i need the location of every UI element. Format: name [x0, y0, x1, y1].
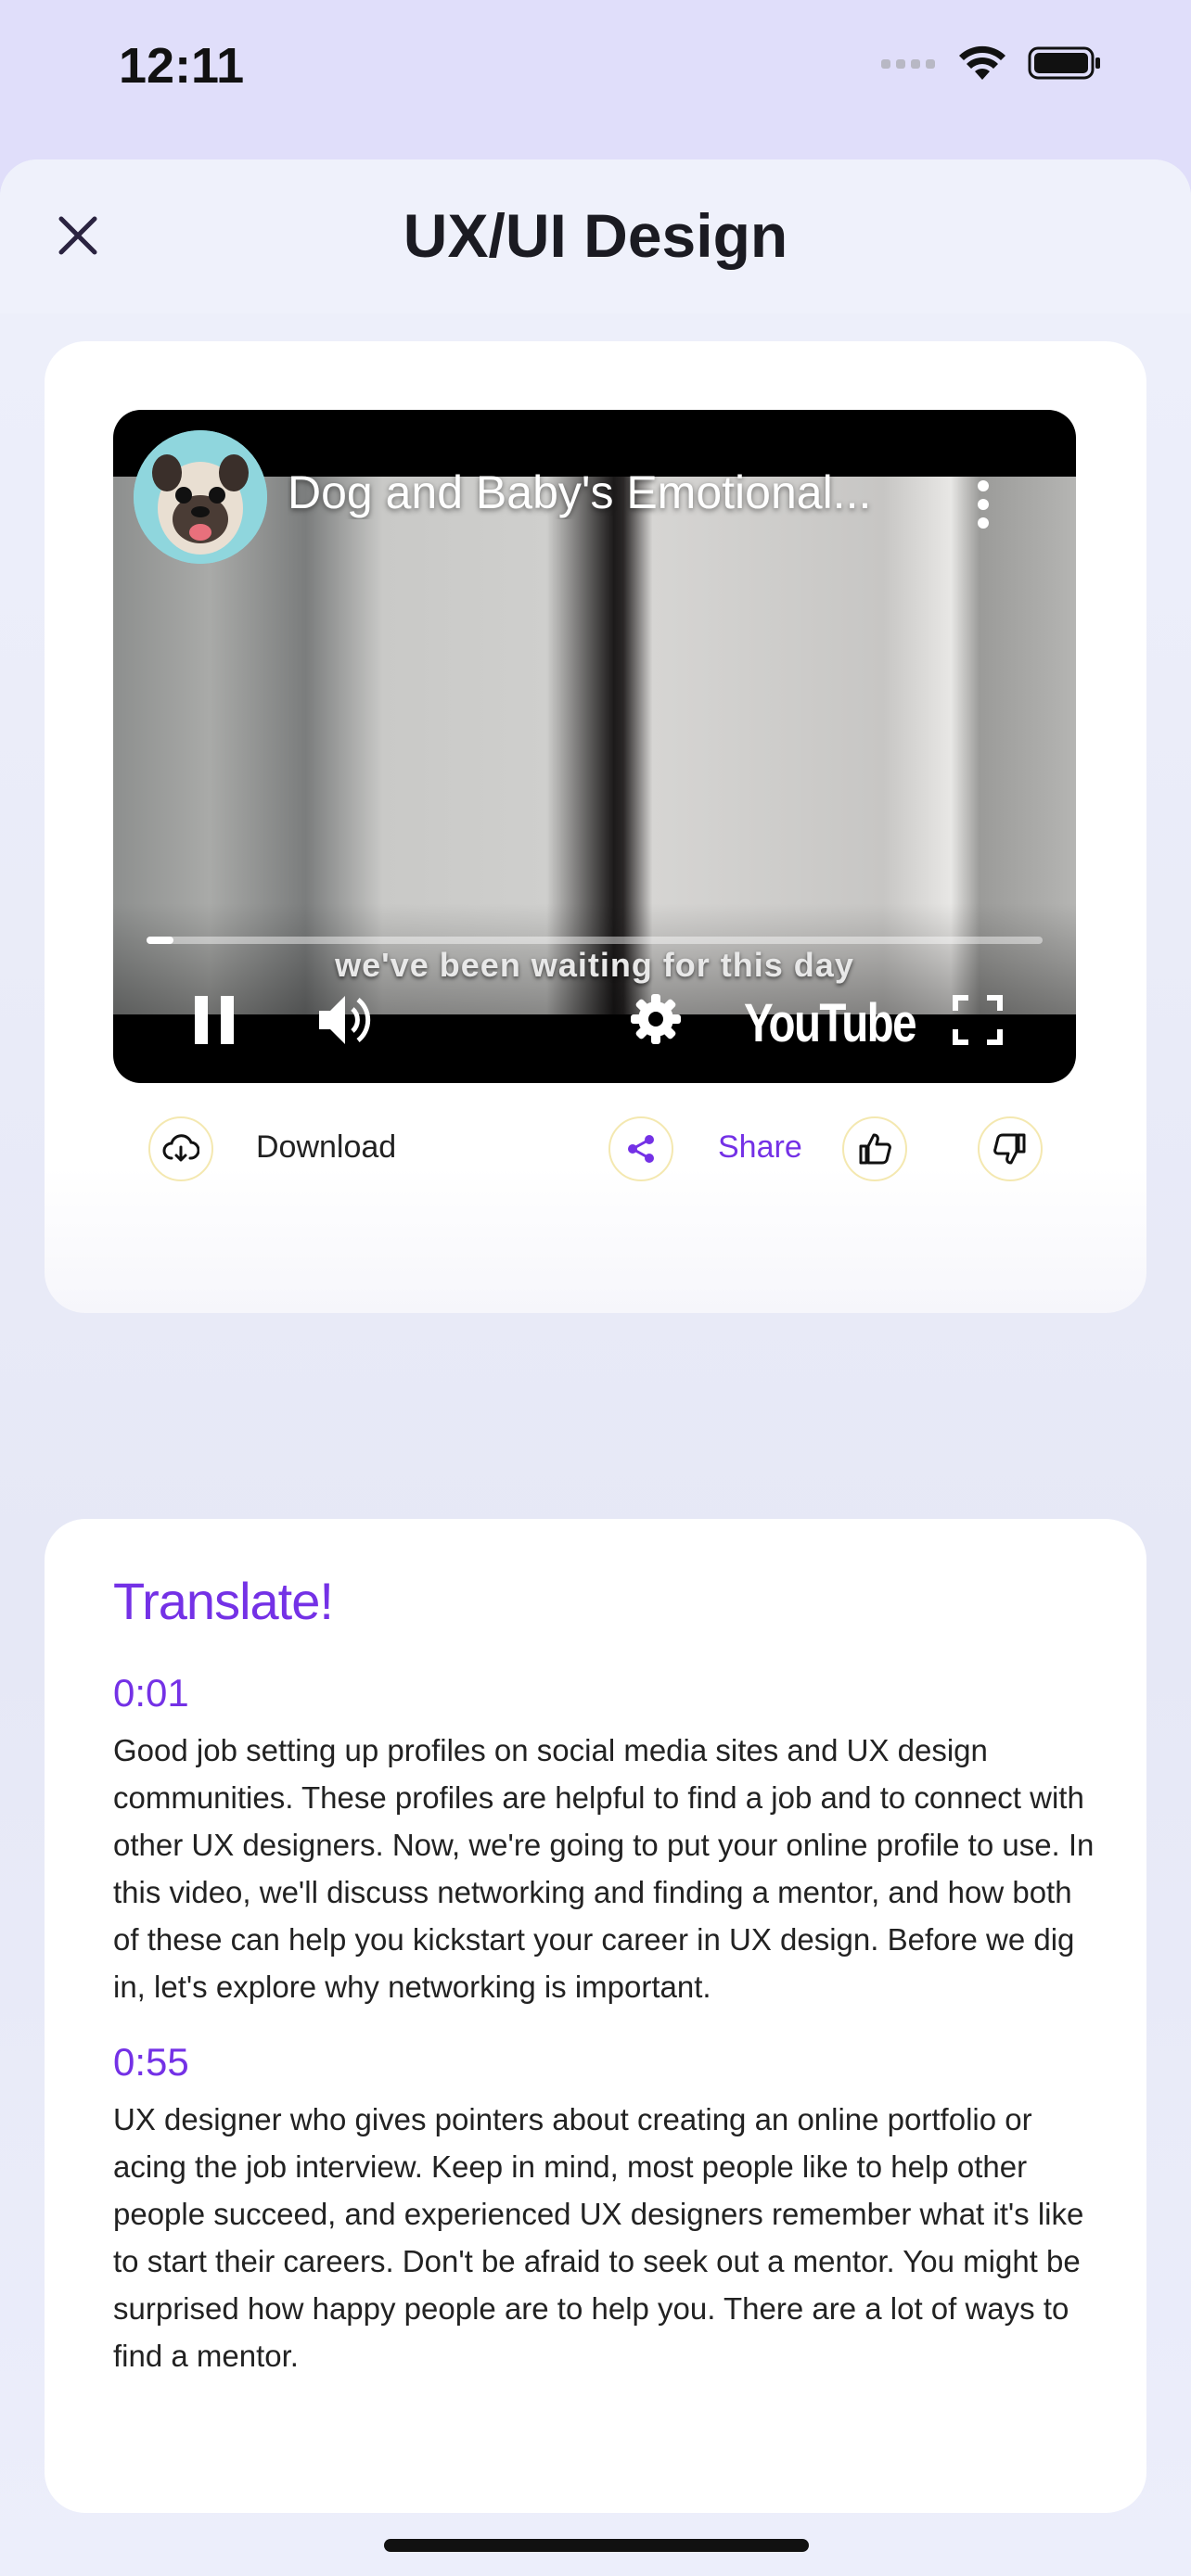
wifi-icon: [959, 45, 1005, 80]
like-button[interactable]: [842, 1116, 907, 1181]
settings-gear-icon[interactable]: [629, 992, 683, 1046]
thumbs-up-icon: [859, 1133, 891, 1165]
home-indicator[interactable]: [384, 2539, 809, 2552]
pause-icon[interactable]: [193, 994, 236, 1046]
status-bar: 12:11: [0, 0, 1191, 159]
youtube-logo[interactable]: YouTube: [744, 992, 917, 1054]
fullscreen-icon[interactable]: [952, 994, 1004, 1046]
share-icon: [628, 1135, 654, 1163]
status-icons: [881, 45, 1102, 82]
battery-icon: [1028, 46, 1100, 80]
dislike-button[interactable]: [978, 1116, 1043, 1181]
nav-bar: UX/UI Design: [0, 159, 1191, 313]
content-sheet: UX/UI Design Dog and Baby's Emotional...: [0, 159, 1191, 2576]
status-time: 12:11: [119, 38, 245, 94]
video-progress-fill: [147, 937, 173, 944]
share-label[interactable]: Share: [718, 1129, 802, 1166]
cloud-download-icon: [162, 1134, 199, 1162]
video-actions: Download Share: [45, 1111, 1146, 1194]
volume-icon[interactable]: [315, 990, 375, 1050]
download-button[interactable]: [148, 1116, 213, 1181]
thumbs-down-icon: [993, 1133, 1026, 1165]
video-caption: we've been waiting for this day: [335, 946, 854, 984]
channel-avatar[interactable]: [134, 430, 267, 564]
transcript-heading[interactable]: Translate!: [113, 1571, 334, 1631]
video-frame: [113, 477, 1076, 1014]
video-title[interactable]: Dog and Baby's Emotional...: [288, 465, 900, 519]
pug-avatar-icon: [134, 430, 267, 564]
transcript-paragraph: UX designer who gives pointers about cre…: [113, 2102, 1084, 2373]
share-button[interactable]: [608, 1116, 673, 1181]
video-progress-bar[interactable]: [147, 937, 1043, 944]
page-title: UX/UI Design: [403, 201, 788, 270]
video-card: Dog and Baby's Emotional... we've been w…: [45, 341, 1146, 1313]
signal-icon: [881, 59, 935, 69]
timestamp[interactable]: 0:55: [113, 2040, 189, 2085]
timestamp[interactable]: 0:01: [113, 1671, 189, 1715]
more-vertical-icon[interactable]: [976, 478, 991, 530]
transcript-paragraph: Good job setting up profiles on social m…: [113, 1733, 1095, 2004]
transcript-card: Translate! 0:01 Good job setting up prof…: [45, 1519, 1146, 2513]
video-player[interactable]: Dog and Baby's Emotional... we've been w…: [113, 410, 1076, 1083]
download-label[interactable]: Download: [256, 1129, 396, 1166]
